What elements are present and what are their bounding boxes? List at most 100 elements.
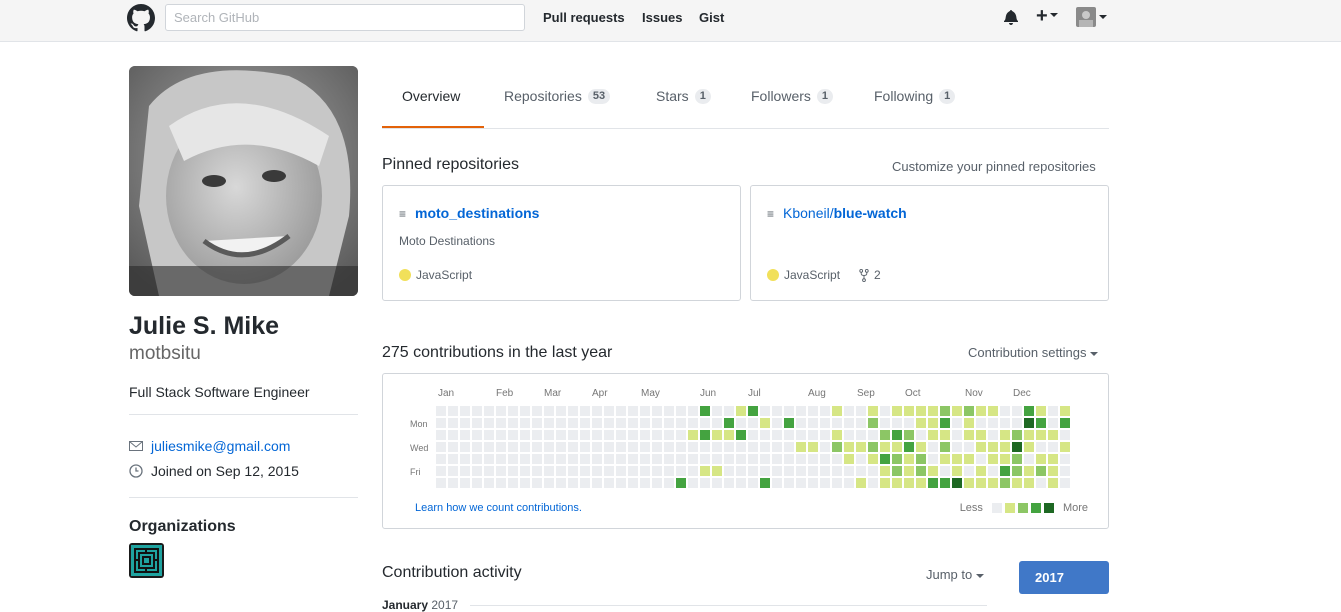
contribution-day[interactable] xyxy=(700,442,710,452)
contribution-day[interactable] xyxy=(664,454,674,464)
contribution-day[interactable] xyxy=(844,418,854,428)
contribution-day[interactable] xyxy=(808,406,818,416)
contribution-day[interactable] xyxy=(928,406,938,416)
contribution-day[interactable] xyxy=(856,406,866,416)
contribution-day[interactable] xyxy=(1000,466,1010,476)
contribution-day[interactable] xyxy=(796,454,806,464)
contribution-day[interactable] xyxy=(496,454,506,464)
contribution-day[interactable] xyxy=(844,442,854,452)
contribution-day[interactable] xyxy=(664,442,674,452)
contribution-day[interactable] xyxy=(1060,418,1070,428)
contribution-day[interactable] xyxy=(532,454,542,464)
contribution-day[interactable] xyxy=(796,466,806,476)
contribution-day[interactable] xyxy=(748,430,758,440)
repo-link[interactable]: Kboneil/blue-watch xyxy=(783,205,907,221)
contribution-day[interactable] xyxy=(976,466,986,476)
contribution-day[interactable] xyxy=(916,442,926,452)
contribution-day[interactable] xyxy=(1024,478,1034,488)
contribution-day[interactable] xyxy=(844,454,854,464)
contribution-day[interactable] xyxy=(544,454,554,464)
contribution-day[interactable] xyxy=(604,418,614,428)
contribution-day[interactable] xyxy=(556,454,566,464)
contribution-day[interactable] xyxy=(460,478,470,488)
contribution-day[interactable] xyxy=(820,478,830,488)
contribution-day[interactable] xyxy=(436,466,446,476)
contribution-day[interactable] xyxy=(1036,430,1046,440)
contribution-day[interactable] xyxy=(1012,418,1022,428)
contribution-day[interactable] xyxy=(436,430,446,440)
contribution-day[interactable] xyxy=(484,454,494,464)
contribution-day[interactable] xyxy=(568,430,578,440)
contribution-day[interactable] xyxy=(892,442,902,452)
contribution-day[interactable] xyxy=(928,418,938,428)
contribution-day[interactable] xyxy=(700,478,710,488)
contribution-day[interactable] xyxy=(940,430,950,440)
contribution-day[interactable] xyxy=(568,442,578,452)
contribution-day[interactable] xyxy=(700,466,710,476)
contribution-day[interactable] xyxy=(832,406,842,416)
contribution-day[interactable] xyxy=(832,466,842,476)
contribution-day[interactable] xyxy=(616,454,626,464)
email-link[interactable]: juliesmike@gmail.com xyxy=(151,438,290,454)
tab-overview[interactable]: Overview xyxy=(402,88,460,104)
contribution-day[interactable] xyxy=(736,406,746,416)
contribution-day[interactable] xyxy=(568,466,578,476)
contribution-day[interactable] xyxy=(1012,454,1022,464)
contribution-day[interactable] xyxy=(664,418,674,428)
contribution-day[interactable] xyxy=(508,430,518,440)
contribution-day[interactable] xyxy=(988,454,998,464)
contribution-day[interactable] xyxy=(460,466,470,476)
contribution-day[interactable] xyxy=(448,430,458,440)
contribution-day[interactable] xyxy=(448,478,458,488)
contribution-day[interactable] xyxy=(664,406,674,416)
contribution-day[interactable] xyxy=(808,478,818,488)
contribution-day[interactable] xyxy=(976,454,986,464)
contribution-day[interactable] xyxy=(772,418,782,428)
contribution-day[interactable] xyxy=(628,466,638,476)
contribution-day[interactable] xyxy=(616,406,626,416)
contribution-day[interactable] xyxy=(760,466,770,476)
contribution-day[interactable] xyxy=(460,442,470,452)
contribution-day[interactable] xyxy=(520,406,530,416)
contribution-day[interactable] xyxy=(856,442,866,452)
contribution-day[interactable] xyxy=(700,406,710,416)
contribution-day[interactable] xyxy=(460,418,470,428)
contribution-day[interactable] xyxy=(508,478,518,488)
contribution-day[interactable] xyxy=(1048,454,1058,464)
tab-stars[interactable]: Stars 1 xyxy=(656,88,711,104)
nav-gist[interactable]: Gist xyxy=(699,10,724,25)
contribution-day[interactable] xyxy=(1000,418,1010,428)
contribution-day[interactable] xyxy=(448,406,458,416)
contribution-day[interactable] xyxy=(784,418,794,428)
contribution-day[interactable] xyxy=(880,466,890,476)
contribution-day[interactable] xyxy=(604,442,614,452)
contribution-day[interactable] xyxy=(664,430,674,440)
contribution-day[interactable] xyxy=(580,430,590,440)
contribution-day[interactable] xyxy=(484,478,494,488)
contribution-day[interactable] xyxy=(1012,466,1022,476)
contribution-day[interactable] xyxy=(556,406,566,416)
contribution-day[interactable] xyxy=(640,430,650,440)
contribution-day[interactable] xyxy=(724,478,734,488)
contribution-day[interactable] xyxy=(604,430,614,440)
contribution-day[interactable] xyxy=(448,454,458,464)
nav-pull-requests[interactable]: Pull requests xyxy=(543,10,625,25)
contribution-day[interactable] xyxy=(796,418,806,428)
contribution-day[interactable] xyxy=(712,454,722,464)
contribution-day[interactable] xyxy=(796,406,806,416)
contribution-day[interactable] xyxy=(520,478,530,488)
contribution-day[interactable] xyxy=(820,466,830,476)
contribution-day[interactable] xyxy=(760,454,770,464)
contribution-day[interactable] xyxy=(868,418,878,428)
contribution-day[interactable] xyxy=(856,478,866,488)
contribution-day[interactable] xyxy=(652,478,662,488)
tab-repositories[interactable]: Repositories 53 xyxy=(504,88,611,104)
contribution-day[interactable] xyxy=(856,466,866,476)
contribution-day[interactable] xyxy=(1048,478,1058,488)
contribution-day[interactable] xyxy=(904,418,914,428)
contribution-day[interactable] xyxy=(676,418,686,428)
contribution-day[interactable] xyxy=(712,442,722,452)
contribution-day[interactable] xyxy=(796,478,806,488)
contribution-day[interactable] xyxy=(532,430,542,440)
contribution-day[interactable] xyxy=(784,406,794,416)
